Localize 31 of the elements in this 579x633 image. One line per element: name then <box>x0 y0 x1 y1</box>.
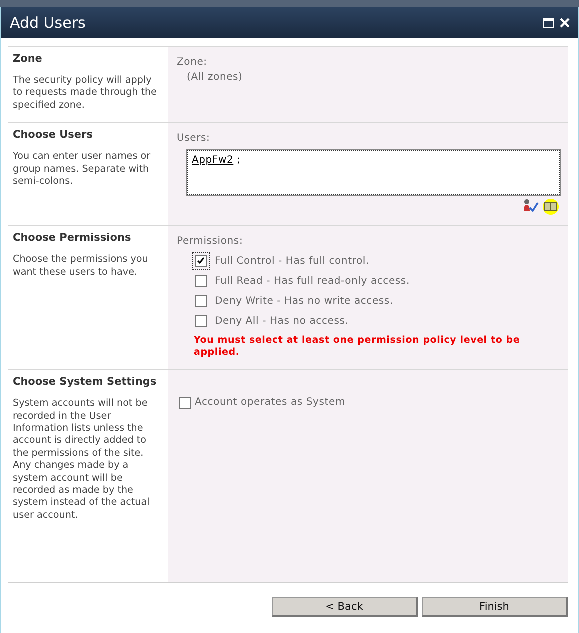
users-field[interactable]: AppFw2 ; <box>187 150 560 196</box>
check-names-icon[interactable] <box>523 199 539 214</box>
checkbox-label: Account operates as System <box>195 397 346 408</box>
section-description: Choose the permissions you want these users to have. <box>13 254 150 280</box>
field-label: Permissions: <box>177 236 244 248</box>
section-description: You can enter user names or group names. Separate with semi-colons. <box>13 151 152 188</box>
checkbox[interactable] <box>179 397 191 410</box>
checkbox[interactable] <box>195 275 207 288</box>
field-label: Users: <box>177 133 212 144</box>
back-button[interactable]: < Back <box>272 597 418 617</box>
section-description: The security policy will apply to requests made through the specified zone. <box>13 75 158 112</box>
maximize-icon[interactable] <box>543 18 554 28</box>
section-heading: Zone <box>13 53 44 65</box>
checkbox[interactable] <box>195 315 207 328</box>
section-heading: Choose Users <box>13 129 94 142</box>
permission-label: Deny All - Has no access. <box>215 316 349 327</box>
section-heading: Choose System Settings <box>13 376 158 388</box>
dialog-title: Add Users <box>10 14 87 32</box>
field-label: Zone: <box>177 57 208 68</box>
permission-label: Deny Write - Has no write access. <box>215 296 394 307</box>
error-message: You must select at least one permission policy level to be applied. <box>194 335 522 360</box>
permission-label: Full Read - Has full read-only access. <box>215 276 410 287</box>
checkbox[interactable] <box>195 295 207 308</box>
address-book-icon[interactable] <box>542 199 560 216</box>
zone-value: (All zones) <box>187 72 244 83</box>
finish-button[interactable]: Finish <box>422 597 568 617</box>
section-description: System accounts will not be recorded in the User Information lists unless the account is directly added to the permissions of the site. Any changes made by a system account will be recorded as made by the system instead of the actual user account. <box>13 398 151 522</box>
section-heading: Choose Permissions <box>13 232 132 244</box>
close-icon[interactable] <box>560 18 570 28</box>
checkbox[interactable] <box>195 255 207 268</box>
permission-label: Full Control - Has full control. <box>215 256 370 267</box>
